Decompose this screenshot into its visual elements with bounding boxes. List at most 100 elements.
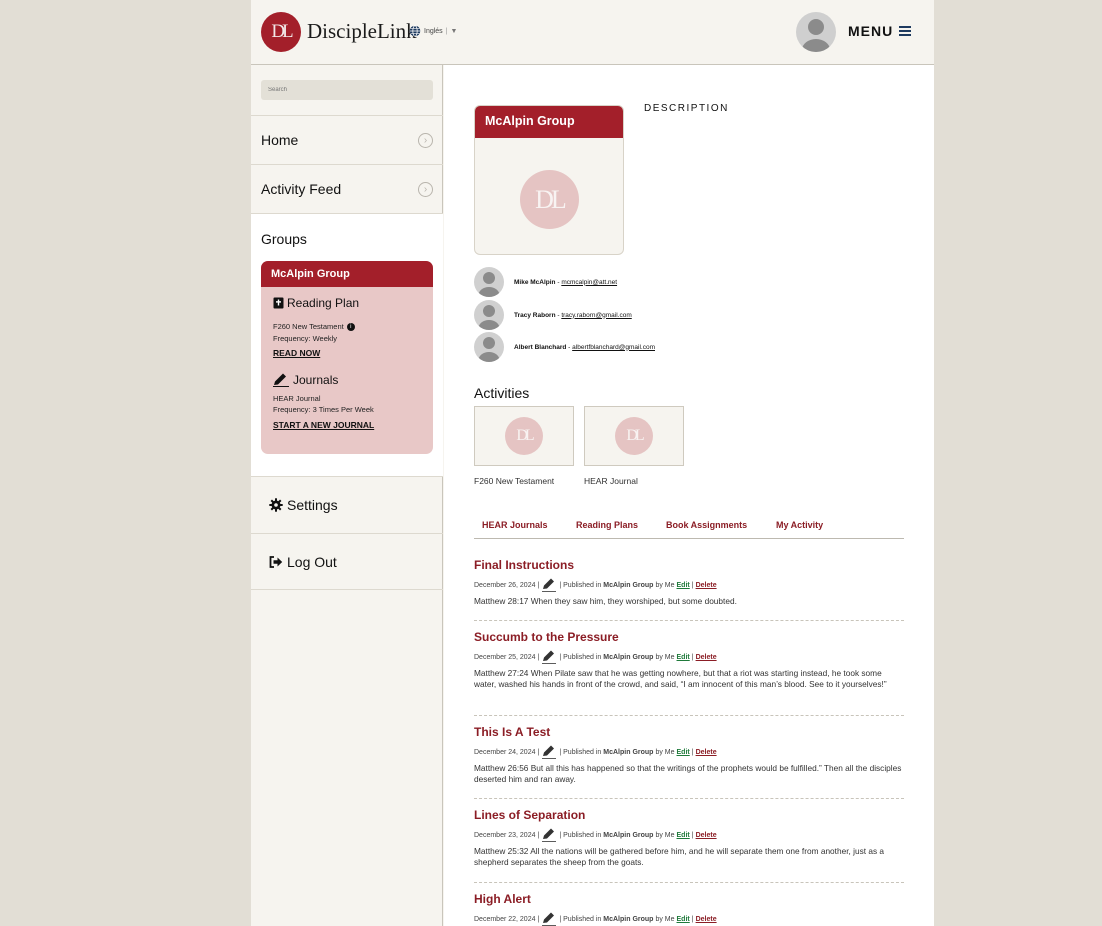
entry-published-label: Published in bbox=[563, 831, 602, 839]
delete-link[interactable]: Delete bbox=[696, 654, 717, 661]
avatar bbox=[474, 300, 504, 330]
activity-tile-journal[interactable]: DL bbox=[584, 406, 684, 466]
entry-meta: December 24, 2024 | | Published in McAlpin … bbox=[474, 745, 904, 759]
hamburger-icon bbox=[899, 26, 912, 36]
menu-label: MENU bbox=[848, 23, 894, 39]
meta-separator: | bbox=[537, 915, 540, 923]
brand-name[interactable]: DiscipleLink bbox=[307, 19, 417, 44]
search-input[interactable] bbox=[261, 80, 433, 100]
entry-title[interactable]: Lines of Separation bbox=[474, 808, 904, 822]
top-header: DL DiscipleLink Inglés | ▼ MENU bbox=[251, 0, 934, 65]
logout-button[interactable]: Log Out bbox=[251, 533, 443, 590]
settings-button[interactable]: Settings bbox=[251, 476, 443, 533]
group-profile-card: McAlpin Group DL bbox=[474, 105, 624, 255]
edit-link[interactable]: Edit bbox=[677, 749, 690, 756]
menu-button[interactable]: MENU bbox=[848, 23, 912, 39]
meta-separator: | bbox=[559, 581, 562, 589]
entry-author: by Me bbox=[655, 831, 675, 839]
activity-label[interactable]: F260 New Testament bbox=[474, 476, 554, 486]
delete-link[interactable]: Delete bbox=[696, 916, 717, 923]
user-silhouette-icon bbox=[802, 19, 830, 52]
activity-logo: DL bbox=[615, 417, 653, 455]
member-name: Albert Blanchard bbox=[514, 343, 567, 351]
entry-title[interactable]: Final Instructions bbox=[474, 558, 904, 572]
edit-link[interactable]: Edit bbox=[677, 916, 690, 923]
group-card-title[interactable]: McAlpin Group bbox=[261, 261, 433, 287]
journal-frequency: Frequency: 3 Times Per Week bbox=[273, 405, 374, 414]
group-card[interactable]: McAlpin Group Reading Plan F260 New Test… bbox=[261, 261, 433, 454]
entry-title[interactable]: High Alert bbox=[474, 892, 904, 906]
delete-link[interactable]: Delete bbox=[696, 749, 717, 756]
language-selector[interactable]: Inglés | ▼ bbox=[409, 25, 457, 37]
delete-link[interactable]: Delete bbox=[696, 832, 717, 839]
pen-icon bbox=[542, 912, 557, 926]
entry-meta: December 23, 2024 | | Published in McAlpin … bbox=[474, 828, 904, 842]
description-title: DESCRIPTION bbox=[644, 103, 729, 114]
sidebar-item-label: Home bbox=[261, 132, 299, 148]
avatar bbox=[474, 332, 504, 362]
meta-separator: | bbox=[691, 748, 694, 756]
start-journal-link[interactable]: START A NEW JOURNAL bbox=[273, 420, 374, 430]
edit-link[interactable]: Edit bbox=[677, 832, 690, 839]
sidebar-item-activity-feed[interactable]: Activity Feed › bbox=[251, 164, 443, 213]
entry-meta: December 26, 2024 | | Published in McAlpin … bbox=[474, 578, 904, 592]
entry-date: December 25, 2024 bbox=[474, 653, 536, 661]
member-email-link[interactable]: albertfblanchard@gmail.com bbox=[572, 344, 655, 351]
pen-icon bbox=[542, 828, 557, 842]
user-silhouette-icon bbox=[478, 337, 500, 362]
pen-icon bbox=[542, 650, 557, 664]
entry-published-label: Published in bbox=[563, 915, 602, 923]
meta-separator: | bbox=[537, 653, 540, 661]
tab-reading-plans[interactable]: Reading Plans bbox=[576, 520, 638, 530]
user-avatar[interactable] bbox=[796, 12, 836, 52]
pen-icon bbox=[542, 745, 557, 759]
settings-label: Settings bbox=[287, 497, 338, 513]
tab-hear-journals[interactable]: HEAR Journals bbox=[482, 520, 548, 530]
member-row: Mike McAlpin - mcmcalpin@att.net bbox=[474, 267, 617, 297]
tab-book-assignments[interactable]: Book Assignments bbox=[666, 520, 747, 530]
entry-author: by Me bbox=[655, 915, 675, 923]
entry-title[interactable]: Succumb to the Pressure bbox=[474, 630, 904, 644]
entry-meta: December 22, 2024 | | Published in McAlpin … bbox=[474, 912, 904, 926]
edit-link[interactable]: Edit bbox=[677, 654, 690, 661]
meta-separator: | bbox=[537, 748, 540, 756]
entry-text: Matthew 26:56 But all this has happened … bbox=[474, 763, 902, 784]
member-row: Tracy Raborn - tracy.raborn@gmail.com bbox=[474, 300, 632, 330]
meta-separator: | bbox=[537, 581, 540, 589]
activity-tile-reading-plan[interactable]: DL bbox=[474, 406, 574, 466]
logout-icon bbox=[269, 555, 283, 568]
entry-meta: December 25, 2024 | | Published in McAlpin … bbox=[474, 650, 904, 664]
member-email-link[interactable]: tracy.raborn@gmail.com bbox=[561, 312, 631, 319]
sidebar-item-home[interactable]: Home › bbox=[251, 115, 443, 164]
entry-author: by Me bbox=[655, 581, 675, 589]
group-logo: DL bbox=[520, 170, 579, 229]
tab-my-activity[interactable]: My Activity bbox=[776, 520, 823, 530]
read-now-link[interactable]: READ NOW bbox=[273, 348, 320, 358]
journal-entry: This Is A Test December 24, 2024 | | Publi… bbox=[474, 725, 904, 799]
meta-separator: | bbox=[691, 831, 694, 839]
page: DL DiscipleLink Inglés | ▼ MENU Search H… bbox=[251, 0, 934, 926]
entry-text: Matthew 27:24 When Pilate saw that he wa… bbox=[474, 668, 887, 689]
language-separator: | bbox=[445, 27, 448, 35]
entry-date: December 26, 2024 bbox=[474, 581, 536, 589]
entry-date: December 23, 2024 bbox=[474, 831, 536, 839]
avatar bbox=[474, 267, 504, 297]
journal-entry: Lines of Separation December 23, 2024 | |… bbox=[474, 808, 904, 883]
entry-group: McAlpin Group bbox=[603, 831, 654, 839]
groups-title: Groups bbox=[261, 231, 307, 247]
delete-link[interactable]: Delete bbox=[696, 582, 717, 589]
member-row: Albert Blanchard - albertfblanchard@gmai… bbox=[474, 332, 655, 362]
activity-tabs: HEAR Journals Reading Plans Book Assignm… bbox=[474, 517, 904, 539]
info-icon[interactable]: i bbox=[346, 323, 355, 332]
edit-link[interactable]: Edit bbox=[677, 582, 690, 589]
entry-published-label: Published in bbox=[563, 748, 602, 756]
member-email-link[interactable]: mcmcalpin@att.net bbox=[561, 279, 617, 286]
brand-logo[interactable]: DL bbox=[261, 12, 301, 52]
chevron-down-icon: ▼ bbox=[450, 27, 458, 35]
entry-author: by Me bbox=[655, 748, 675, 756]
activity-label[interactable]: HEAR Journal bbox=[584, 476, 638, 486]
member-name: Tracy Raborn bbox=[514, 311, 556, 319]
journal-entry: Succumb to the Pressure December 25, 202… bbox=[474, 630, 904, 716]
journal-entry: Final Instructions December 26, 2024 | | P… bbox=[474, 558, 904, 621]
entry-title[interactable]: This Is A Test bbox=[474, 725, 904, 739]
